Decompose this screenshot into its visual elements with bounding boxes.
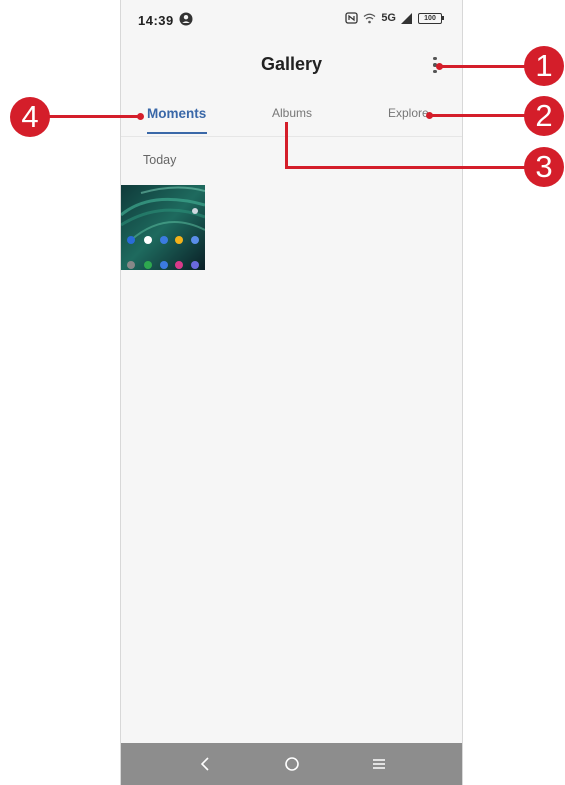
status-time: 14:39 — [138, 13, 174, 28]
home-icon[interactable] — [282, 754, 302, 774]
callout-badge-2: 2 — [524, 96, 564, 136]
tab-moments[interactable]: Moments — [147, 106, 206, 121]
callout-dot-1 — [436, 63, 443, 70]
network-type: 5G — [381, 12, 396, 24]
callout-dot-4 — [137, 113, 144, 120]
battery-icon: 100 — [418, 12, 444, 24]
callout-line-3-horizontal — [285, 166, 528, 169]
callout-badge-4: 4 — [10, 97, 50, 137]
more-vertical-icon-dot — [433, 69, 437, 74]
tab-explore[interactable]: Explore — [388, 106, 429, 120]
phone-screen: 14:39 5G 100 Gallery Moments Albums Expl… — [120, 0, 463, 785]
back-icon[interactable] — [195, 754, 215, 774]
tab-bar: Moments Albums Explore — [121, 100, 462, 137]
thumbnail-image — [121, 185, 205, 270]
menu-lines-icon[interactable] — [369, 754, 389, 774]
callout-line-3-vertical — [285, 122, 288, 168]
system-navigation-bar — [121, 743, 462, 785]
status-icons: 5G 100 — [345, 12, 444, 24]
callout-badge-3: 3 — [524, 147, 564, 187]
status-bar: 14:39 5G 100 — [121, 0, 462, 40]
tab-albums[interactable]: Albums — [272, 106, 312, 120]
more-vertical-icon — [433, 56, 437, 61]
callout-line-1 — [440, 65, 530, 68]
tab-selected-indicator — [147, 132, 207, 134]
callout-line-2 — [430, 114, 528, 117]
nfc-icon — [345, 12, 358, 24]
section-date-label: Today — [143, 153, 177, 167]
account-circle-icon — [179, 12, 193, 26]
callout-dot-2 — [426, 112, 433, 119]
page-title: Gallery — [260, 54, 323, 74]
photo-thumbnail[interactable] — [121, 185, 205, 270]
signal-icon — [401, 12, 412, 24]
wifi-icon — [363, 13, 376, 23]
callout-line-4 — [40, 115, 140, 118]
callout-badge-1: 1 — [524, 46, 564, 86]
